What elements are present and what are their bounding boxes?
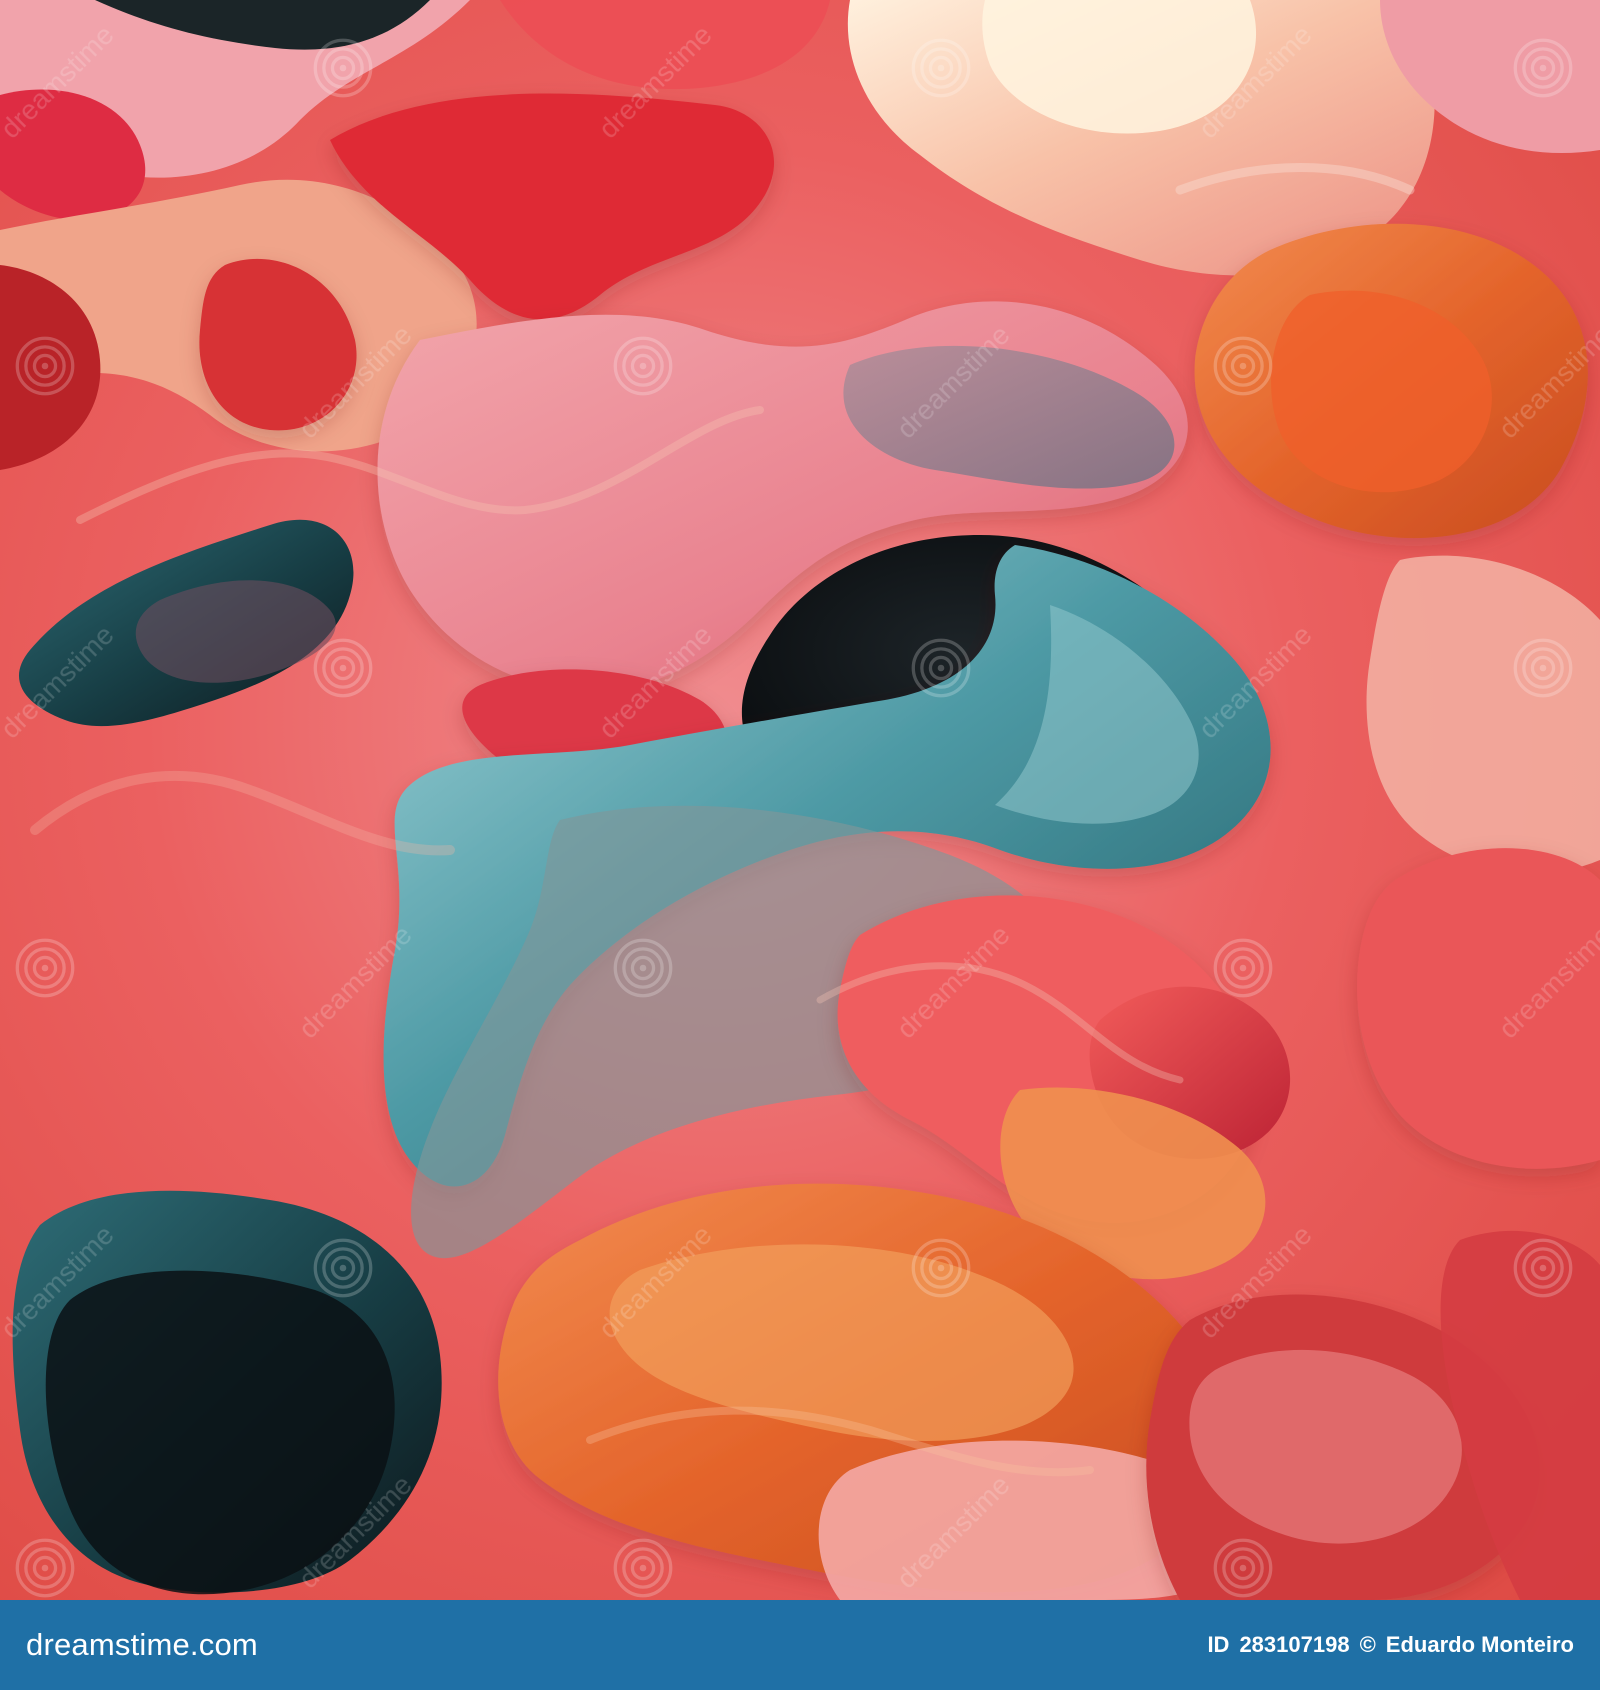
stock-image-page: dreamstime dreamstime dreamstime dreamst… — [0, 0, 1600, 1690]
footer-bar: dreamstime.com ID 283107198 © Eduardo Mo… — [0, 1600, 1600, 1690]
abstract-fluid-artwork: dreamstime dreamstime dreamstime dreamst… — [0, 0, 1600, 1600]
copyright-symbol: © — [1359, 1632, 1376, 1657]
author-name: Eduardo Monteiro — [1385, 1632, 1574, 1657]
abstract-fluid-illustration — [0, 0, 1600, 1600]
footer-brand: dreamstime.com — [26, 1627, 258, 1662]
image-id-label: ID — [1207, 1632, 1230, 1657]
image-id-number: 283107198 — [1239, 1632, 1350, 1657]
footer-meta: ID 283107198 © Eduardo Monteiro — [1207, 1632, 1574, 1658]
